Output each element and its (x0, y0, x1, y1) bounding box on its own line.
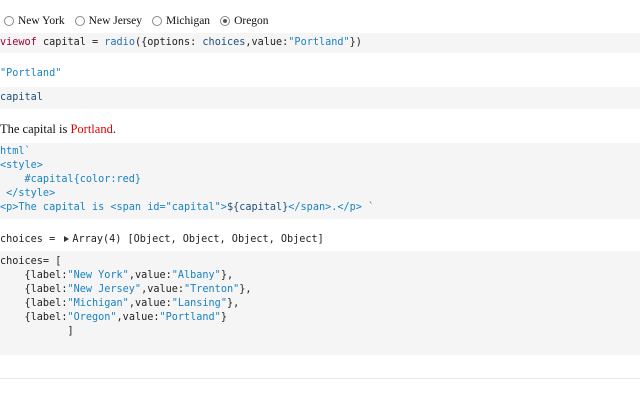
code-token: "Albany" (171, 270, 221, 281)
code-token: ({options: (134, 37, 203, 48)
code-line: <style> (0, 159, 640, 173)
prose-text: . (112, 122, 116, 136)
code-token: radio (104, 37, 135, 48)
radio-button-icon[interactable] (151, 16, 162, 26)
code-token: <style> (0, 160, 43, 171)
radio-label: New York (18, 15, 65, 27)
code-token: }) (349, 37, 362, 48)
code-token: {label: (0, 284, 68, 295)
radio-button-icon[interactable] (4, 16, 14, 26)
code-token: choices (202, 37, 246, 48)
cell-output: "Portland" (0, 68, 640, 82)
code-token: capital = (36, 37, 105, 48)
code-token: ,value: (116, 312, 160, 323)
code-line: choices= [ (0, 251, 640, 269)
code-token: "Oregon" (67, 312, 117, 323)
radio-button-checked-icon[interactable] (220, 16, 231, 26)
code-token: #capital{color:red} (0, 174, 142, 185)
cell-output: choices = Array(4) [Object, Object, Obje… (0, 233, 640, 247)
code-cell-viewof[interactable]: viewof capital = radio({options: choices… (0, 33, 640, 53)
code-token: choices= [ (0, 256, 62, 267)
code-token: ,value: (245, 37, 289, 48)
code-token: }, (220, 270, 234, 281)
code-line: ] (0, 325, 640, 339)
code-token: {label: (0, 298, 68, 309)
code-cell-html[interactable]: html` <style> #capital{color:red} </styl… (0, 143, 640, 219)
code-token: }, (226, 298, 240, 309)
code-token: {label: (0, 270, 68, 281)
radio-new-york[interactable]: New York (4, 15, 65, 27)
code-line: viewof capital = radio({options: choices… (0, 33, 640, 50)
code-token: capital (0, 92, 43, 103)
code-token: "Portland" (288, 37, 350, 48)
code-token: ,value: (128, 298, 172, 309)
radio-label: New Jersey (88, 15, 142, 27)
code-cell-capital[interactable]: capital (0, 87, 640, 109)
html-output: The capital is Portland. (0, 121, 640, 137)
code-line: {label:"New York",value:"Albany"}, (0, 269, 640, 283)
code-token: } (220, 312, 227, 323)
divider (0, 378, 640, 379)
code-line: #capital{color:red} (0, 173, 640, 187)
radio-label: Oregon (234, 15, 269, 27)
code-token: html` (0, 146, 31, 157)
capital-value: Portland (70, 122, 113, 136)
radio-label: Michigan (165, 15, 211, 27)
code-token: <p>The capital is <span id="capital"> (0, 202, 227, 213)
code-token: </style> (0, 188, 56, 199)
code-line: <p>The capital is <span id="capital">${c… (0, 201, 640, 215)
expand-triangle-icon[interactable] (64, 236, 70, 242)
code-token: "New York" (67, 270, 129, 281)
code-line: </style> (0, 187, 640, 201)
code-token: ] (0, 326, 74, 337)
code-token: ,value: (141, 284, 185, 295)
prose-text: The capital is (0, 122, 71, 136)
code-token: ,value: (128, 270, 172, 281)
output-value: "Portland" (0, 68, 62, 79)
code-line: {label:"New Jersey",value:"Trenton"}, (0, 283, 640, 297)
output-value[interactable]: Array(4) [Object, Object, Object, Object… (72, 234, 323, 245)
code-line: {label:"Oregon",value:"Portland"} (0, 311, 640, 325)
code-token: "Lansing" (171, 298, 227, 309)
code-token: "Michigan" (67, 298, 129, 309)
radio-new-jersey[interactable]: New Jersey (74, 15, 142, 27)
code-token: </span>.</p> ` (288, 202, 375, 213)
code-token: "Trenton" (184, 284, 240, 295)
code-token: "Portland" (159, 312, 221, 323)
radio-michigan[interactable]: Michigan (151, 15, 211, 27)
output-prefix: choices = (0, 234, 62, 245)
code-line: capital (0, 87, 640, 105)
radio-oregon[interactable]: Oregon (220, 15, 269, 27)
code-token: ${capital} (226, 202, 289, 213)
code-token: {label: (0, 312, 68, 323)
code-cell-choices[interactable]: choices= [ {label:"New York",value:"Alba… (0, 251, 640, 355)
code-token: }, (239, 284, 252, 295)
code-line: html` (0, 143, 640, 159)
radio-group: New York New Jersey Michigan Oregon (0, 12, 640, 30)
code-token: viewof (0, 37, 37, 48)
radio-button-icon[interactable] (74, 16, 85, 26)
code-line: {label:"Michigan",value:"Lansing"}, (0, 297, 640, 311)
code-token: "New Jersey" (67, 284, 142, 295)
